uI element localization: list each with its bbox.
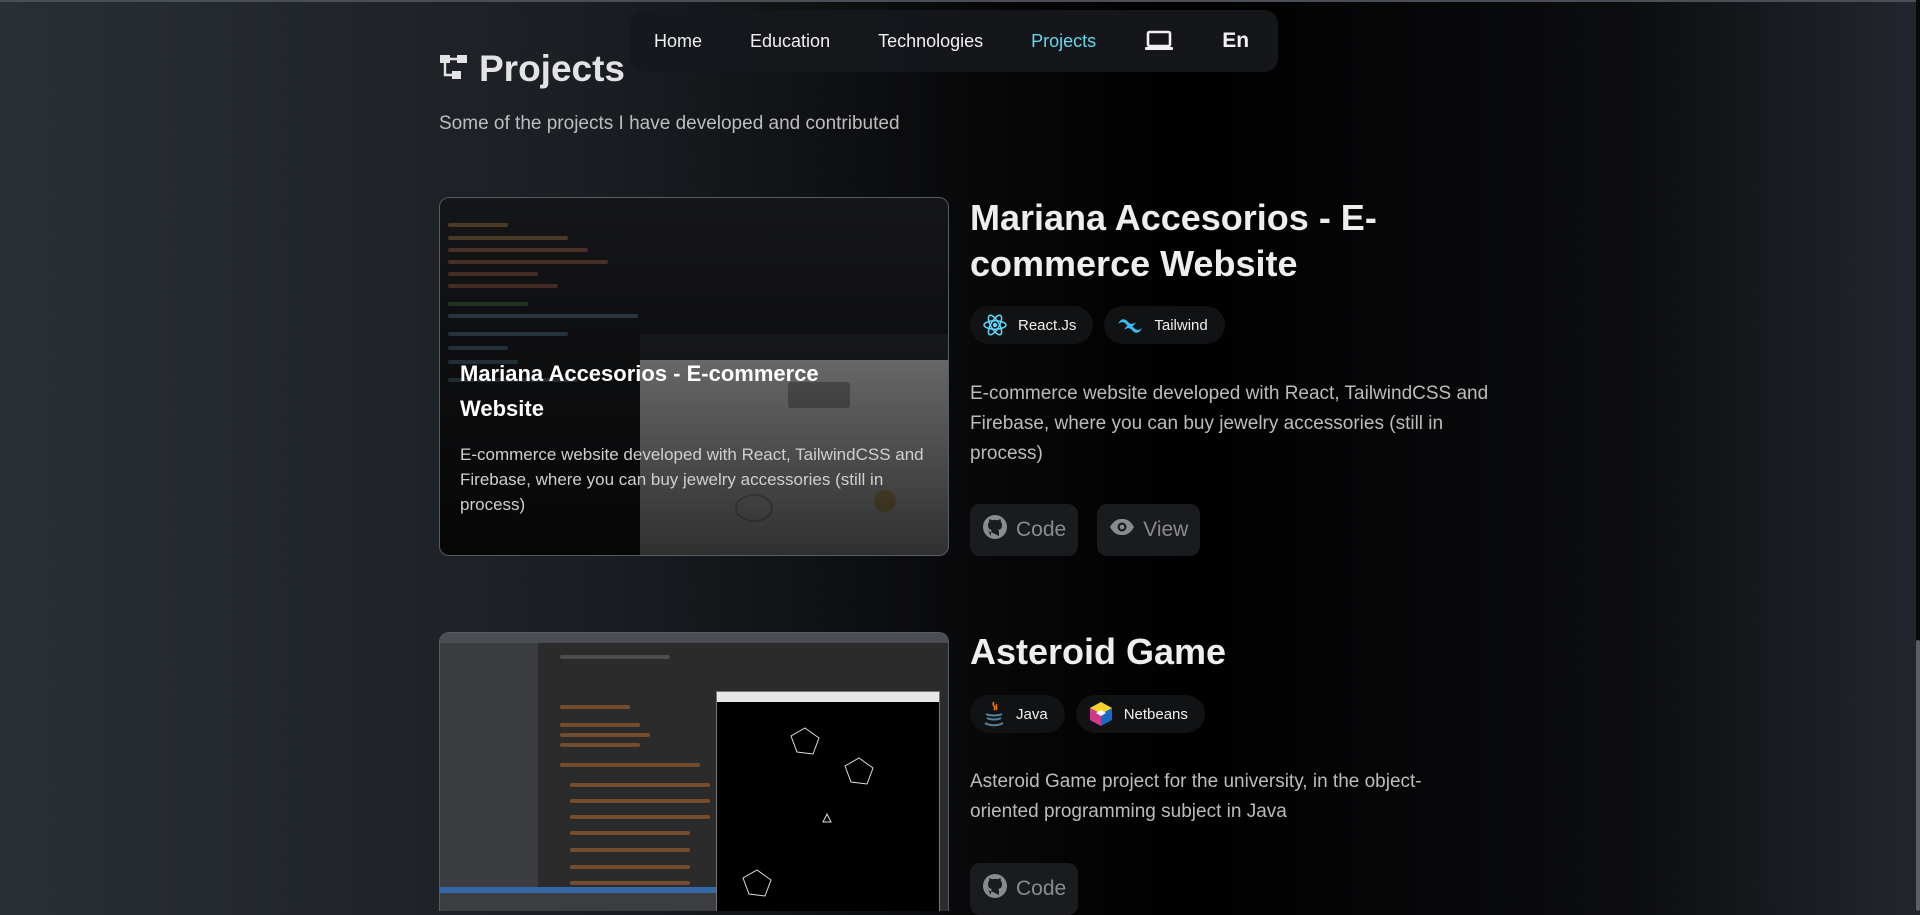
project-1-actions: Code View: [970, 504, 1201, 556]
language-switch[interactable]: En: [1222, 29, 1249, 53]
section-title: Projects: [479, 48, 626, 89]
github-icon: [982, 873, 1008, 905]
tag-label: Tailwind: [1154, 316, 1208, 334]
top-border: [0, 0, 1920, 2]
project-1-description: E-commerce website developed with React,…: [970, 383, 1489, 464]
tag-netbeans: Netbeans: [1075, 695, 1205, 733]
github-icon: [982, 514, 1008, 546]
ide-tab-bar: [440, 633, 948, 643]
project-2-tags: Java Netbeans: [970, 695, 1205, 733]
project-tree-icon: [439, 53, 469, 86]
nav-technologies[interactable]: Technologies: [878, 31, 983, 52]
scrollbar-thumb[interactable]: [1916, 640, 1920, 911]
card-description: E-commerce website developed with React,…: [460, 445, 924, 514]
eye-icon: [1109, 518, 1135, 542]
project-2-preview-card[interactable]: [439, 632, 949, 911]
scrollbar[interactable]: [1916, 0, 1920, 911]
code-button-label: Code: [1016, 877, 1067, 900]
code-button-label: Code: [1016, 518, 1067, 541]
ide-project-panel: [440, 633, 539, 911]
code-button[interactable]: Code: [970, 504, 1079, 556]
project-1-tags: React.Js Tailwind: [970, 306, 1225, 344]
project-2-title: Asteroid Game: [970, 631, 1227, 672]
tag-label: Netbeans: [1123, 705, 1188, 723]
tag-java: Java: [970, 695, 1065, 733]
tag-react: React.Js: [970, 306, 1094, 344]
tag-label: React.Js: [1018, 316, 1077, 334]
game-window-screenshot: [716, 691, 940, 911]
section-header: Projects: [439, 48, 625, 90]
section-subtitle: Some of the projects I have developed an…: [439, 113, 900, 134]
view-button-label: View: [1143, 518, 1189, 541]
project-2-actions: Code: [970, 863, 1079, 915]
navbar: Home Education Technologies Projects En: [630, 10, 1278, 72]
project-1-title: Mariana Accesorios - E-commerce Website: [970, 197, 1377, 284]
project-1-preview-card[interactable]: Mariana Accesorios - E-commerce Website …: [439, 197, 949, 556]
ide-output-panel: [440, 887, 716, 911]
card-title: Mariana Accesorios - E-commerce Website: [460, 361, 819, 421]
nav-home[interactable]: Home: [654, 31, 702, 52]
laptop-icon[interactable]: [1144, 30, 1174, 52]
java-icon: [982, 700, 1006, 728]
netbeans-icon: [1088, 701, 1114, 727]
tag-tailwind: Tailwind: [1104, 306, 1225, 344]
tailwind-icon: [1116, 316, 1144, 334]
react-icon: [982, 312, 1008, 338]
project-2-description: Asteroid Game project for the university…: [970, 771, 1422, 822]
nav-education[interactable]: Education: [750, 31, 830, 52]
tag-label: Java: [1016, 705, 1048, 723]
nav-projects[interactable]: Projects: [1031, 31, 1096, 52]
view-button[interactable]: View: [1097, 504, 1201, 556]
code-button[interactable]: Code: [970, 863, 1079, 915]
